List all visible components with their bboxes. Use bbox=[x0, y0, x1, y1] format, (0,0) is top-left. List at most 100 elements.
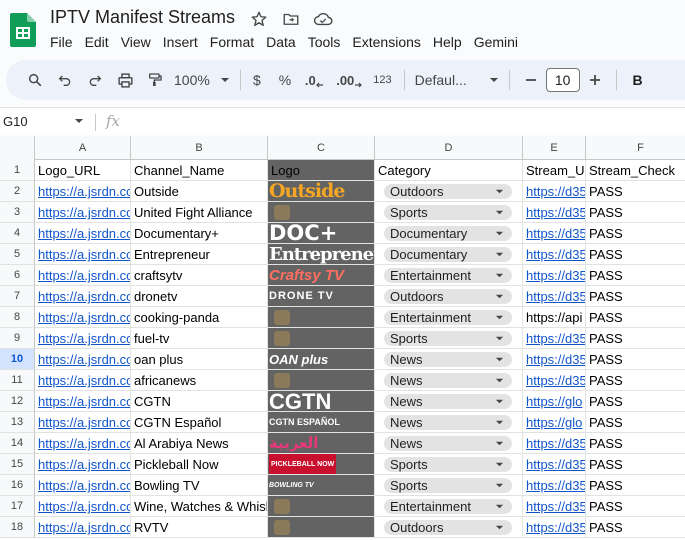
menu-insert[interactable]: Insert bbox=[157, 32, 204, 52]
stream-url-link[interactable]: https://d35 bbox=[526, 352, 585, 367]
row-number[interactable]: 3 bbox=[0, 202, 35, 223]
category-dropdown-chip[interactable]: News bbox=[384, 352, 512, 367]
logo-image-cell[interactable]: Outside bbox=[268, 181, 375, 202]
stream-check-cell[interactable]: PASS bbox=[586, 454, 685, 475]
stream-url-cell[interactable]: https://glo bbox=[523, 412, 586, 433]
stream-check-cell[interactable]: PASS bbox=[586, 517, 685, 538]
logo-url-link[interactable]: https://a.jsrdn.com bbox=[38, 415, 130, 430]
menu-data[interactable]: Data bbox=[260, 32, 302, 52]
channel-name-cell[interactable]: RVTV bbox=[131, 517, 268, 538]
increase-font-size-icon[interactable] bbox=[580, 66, 610, 94]
bold-button[interactable]: B bbox=[623, 66, 653, 94]
logo-url-link[interactable]: https://a.jsrdn.com bbox=[38, 247, 130, 262]
category-dropdown-chip[interactable]: Outdoors bbox=[384, 289, 512, 304]
channel-name-cell[interactable]: oan plus bbox=[131, 349, 268, 370]
row-number[interactable]: 8 bbox=[0, 307, 35, 328]
stream-check-cell[interactable]: PASS bbox=[586, 412, 685, 433]
category-cell[interactable]: News bbox=[375, 370, 523, 391]
row-number[interactable]: 5 bbox=[0, 244, 35, 265]
logo-image-cell[interactable] bbox=[268, 328, 375, 349]
select-all-corner[interactable] bbox=[0, 136, 35, 160]
stream-url-cell[interactable]: https://d35 bbox=[523, 496, 586, 517]
channel-name-cell[interactable]: Pickleball Now bbox=[131, 454, 268, 475]
category-dropdown-chip[interactable]: Documentary bbox=[384, 226, 512, 241]
menu-edit[interactable]: Edit bbox=[79, 32, 115, 52]
category-cell[interactable]: News bbox=[375, 433, 523, 454]
logo-url-cell[interactable]: https://a.jsrdn.com bbox=[35, 223, 131, 244]
category-cell[interactable]: Entertainment bbox=[375, 265, 523, 286]
more-formats-button[interactable]: 123 bbox=[367, 66, 397, 94]
category-dropdown-chip[interactable]: Sports bbox=[384, 205, 512, 220]
stream-check-cell[interactable]: PASS bbox=[586, 286, 685, 307]
stream-check-cell[interactable]: PASS bbox=[586, 244, 685, 265]
row-number[interactable]: 6 bbox=[0, 265, 35, 286]
header-cell[interactable]: Logo_URL bbox=[35, 160, 131, 181]
logo-image-cell[interactable] bbox=[268, 517, 375, 538]
logo-image-cell[interactable]: CGTN ESPAÑOL bbox=[268, 412, 375, 433]
cloud-status-icon[interactable] bbox=[312, 8, 334, 30]
category-cell[interactable]: Documentary bbox=[375, 244, 523, 265]
stream-url-cell[interactable]: https://d35 bbox=[523, 517, 586, 538]
undo-icon[interactable] bbox=[50, 66, 80, 94]
logo-image-cell[interactable]: DOC+ bbox=[268, 223, 375, 244]
stream-url-cell[interactable]: https://d35 bbox=[523, 433, 586, 454]
paint-format-icon[interactable] bbox=[140, 66, 170, 94]
print-icon[interactable] bbox=[110, 66, 140, 94]
stream-url-link[interactable]: https://d35 bbox=[526, 226, 585, 241]
stream-check-cell[interactable]: PASS bbox=[586, 328, 685, 349]
stream-check-cell[interactable]: PASS bbox=[586, 370, 685, 391]
logo-url-link[interactable]: https://a.jsrdn.com bbox=[38, 520, 130, 535]
logo-url-cell[interactable]: https://a.jsrdn.com bbox=[35, 433, 131, 454]
category-dropdown-chip[interactable]: News bbox=[384, 394, 512, 409]
logo-image-cell[interactable] bbox=[268, 307, 375, 328]
category-cell[interactable]: News bbox=[375, 349, 523, 370]
stream-check-cell[interactable]: PASS bbox=[586, 265, 685, 286]
logo-image-cell[interactable] bbox=[268, 202, 375, 223]
zoom-select[interactable]: 100% bbox=[170, 66, 234, 94]
stream-url-link[interactable]: https://api bbox=[526, 310, 582, 325]
row-number[interactable]: 11 bbox=[0, 370, 35, 391]
column-header-a[interactable]: A bbox=[35, 136, 131, 160]
row-number[interactable]: 14 bbox=[0, 433, 35, 454]
category-dropdown-chip[interactable]: Sports bbox=[384, 457, 512, 472]
logo-url-cell[interactable]: https://a.jsrdn.com bbox=[35, 517, 131, 538]
logo-url-link[interactable]: https://a.jsrdn.com bbox=[38, 394, 130, 409]
logo-image-cell[interactable]: PICKLEBALL NOW bbox=[268, 454, 375, 475]
logo-url-link[interactable]: https://a.jsrdn.com bbox=[38, 289, 130, 304]
move-folder-icon[interactable] bbox=[280, 8, 302, 30]
logo-url-cell[interactable]: https://a.jsrdn.com bbox=[35, 391, 131, 412]
stream-check-cell[interactable]: PASS bbox=[586, 223, 685, 244]
category-dropdown-chip[interactable]: Documentary bbox=[384, 247, 512, 262]
stream-check-cell[interactable]: PASS bbox=[586, 433, 685, 454]
column-header-b[interactable]: B bbox=[131, 136, 268, 160]
category-cell[interactable]: Entertainment bbox=[375, 307, 523, 328]
logo-url-cell[interactable]: https://a.jsrdn.com bbox=[35, 328, 131, 349]
logo-image-cell[interactable]: Craftsy TV bbox=[268, 265, 375, 286]
logo-url-cell[interactable]: https://a.jsrdn.com bbox=[35, 307, 131, 328]
star-icon[interactable] bbox=[248, 8, 270, 30]
logo-url-cell[interactable]: https://a.jsrdn.com bbox=[35, 475, 131, 496]
channel-name-cell[interactable]: cooking-panda bbox=[131, 307, 268, 328]
stream-url-cell[interactable]: https://d35 bbox=[523, 328, 586, 349]
logo-url-cell[interactable]: https://a.jsrdn.com bbox=[35, 265, 131, 286]
decrease-font-size-icon[interactable] bbox=[516, 66, 546, 94]
logo-url-link[interactable]: https://a.jsrdn.com bbox=[38, 310, 130, 325]
stream-url-link[interactable]: https://d35 bbox=[526, 205, 585, 220]
row-number[interactable]: 1 bbox=[0, 160, 35, 181]
stream-url-cell[interactable]: https://api bbox=[523, 307, 586, 328]
stream-url-link[interactable]: https://d35 bbox=[526, 247, 585, 262]
column-header-c[interactable]: C bbox=[268, 136, 375, 160]
channel-name-cell[interactable]: CGTN Español bbox=[131, 412, 268, 433]
stream-url-cell[interactable]: https://d35 bbox=[523, 286, 586, 307]
column-header-f[interactable]: F bbox=[586, 136, 685, 160]
category-cell[interactable]: Outdoors bbox=[375, 286, 523, 307]
document-title[interactable]: IPTV Manifest Streams bbox=[50, 7, 235, 28]
row-number[interactable]: 2 bbox=[0, 181, 35, 202]
row-number[interactable]: 18 bbox=[0, 517, 35, 538]
category-dropdown-chip[interactable]: Entertainment bbox=[384, 499, 512, 514]
row-number[interactable]: 13 bbox=[0, 412, 35, 433]
column-header-e[interactable]: E bbox=[523, 136, 586, 160]
header-cell[interactable]: Channel_Name bbox=[131, 160, 268, 181]
stream-url-cell[interactable]: https://d35 bbox=[523, 349, 586, 370]
stream-url-link[interactable]: https://d35 bbox=[526, 373, 585, 388]
